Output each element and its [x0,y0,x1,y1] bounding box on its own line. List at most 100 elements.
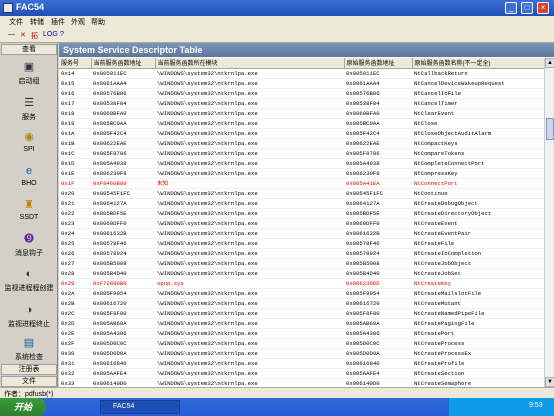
menu-bar: 文件 转储 插件 外观 帮助 [0,16,554,29]
table-cell: NtConnectPort [412,178,544,189]
table-row[interactable]: 0x1A 0x805F42C4 \WINDOWS\system32\ntkrnlpa… [59,128,544,139]
table-row[interactable]: 0x2A 0x805F9054 \WINDOWS\system32\ntkrnlpa… [59,288,544,299]
table-cell: 0x1E [59,168,91,179]
table-row[interactable]: 0x2E 0x805A4306 \WINDOWS\system32\ntkrnlpa… [59,328,544,339]
table-cell: 0x15 [59,78,91,89]
sidebar-registry-tab[interactable]: 注册表 [1,364,57,375]
table-cell: 0x8061AAA4 [344,78,412,89]
table-row[interactable]: 0x2F 0x805D0C0C \WINDOWS\system32\ntkrnlpa… [59,338,544,349]
table-row[interactable]: 0x2C 0x805F8F80 \WINDOWS\system32\ntkrnlpa… [59,308,544,319]
table-row[interactable]: 0x22 0x805BDF5E \WINDOWS\system32\ntkrnlpa… [59,208,544,219]
minimize-button[interactable]: _ [505,2,517,14]
table-row[interactable]: 0x1E 0x806230F8 \WINDOWS\system32\ntkrnlpa… [59,168,544,179]
start-button[interactable]: 开始 [0,398,46,416]
table-cell: 0x21 [59,198,91,209]
table-row[interactable]: 0x26 0x80578924 \WINDOWS\system32\ntkrnlpa… [59,248,544,259]
table-row[interactable]: 0x1F 0xF8460B80 未知 0x805A41EA NtConnectPort [59,178,544,189]
table-row[interactable]: 0x20 0x80545F1FC \WINDOWS\system32\ntkrnlp… [59,188,544,199]
scroll-up-arrow-icon[interactable]: ▲ [545,58,554,68]
table-cell: 0x80622EAE [91,138,155,149]
sidebar-item-process-terminate[interactable]: ◑ 监视进程终止 [0,303,58,329]
sidebar-item-system-check[interactable]: ▤ 系统检查 [0,336,58,362]
menu-plugins[interactable]: 插件 [51,17,65,27]
sidebar-item-label: SPI [23,146,35,153]
minimize-tool-icon[interactable]: — [8,31,15,38]
table-cell: \WINDOWS\system32\ntkrnlpa.exe [155,328,344,339]
close-button[interactable]: × [537,2,549,14]
table-row[interactable]: 0x19 0x805BC0AA \WINDOWS\system32\ntkrnlpa… [59,118,544,129]
table-cell: 0x80545F1FC [344,188,412,199]
table-row[interactable]: 0x14 0x805011EC \WINDOWS\system32\ntkrnlpa… [59,68,544,79]
sidebar-item-spi[interactable]: ◉ SPI [0,130,58,153]
table-row[interactable]: 0x25 0x80578F46 \WINDOWS\system32\ntkrnlpa… [59,238,544,249]
menu-dump[interactable]: 转储 [30,17,44,27]
table-row[interactable]: 0x16 0x80576B86 \WINDOWS\system32\ntkrnlpa… [59,88,544,99]
table-cell: NtCompressKey [412,168,544,179]
table-cell: NtCreateEventPair [412,228,544,239]
table-cell: \WINDOWS\system32\ntkrnlpa.exe [155,348,344,359]
sidebar-item-ssdt[interactable]: ♜ SSDT [0,198,58,221]
menu-help[interactable]: 帮助 [91,17,105,27]
table-cell: 0x80616720 [344,298,412,309]
table-row[interactable]: 0x18 0x8060BFA0 \WINDOWS\system32\ntkrnlpa… [59,108,544,119]
table-row[interactable]: 0x30 0x805D0D0A \WINDOWS\system32\ntkrnlpa… [59,348,544,359]
menu-appearance[interactable]: 外观 [71,17,85,27]
column-header[interactable]: 当前服务函数地址 [91,58,156,69]
taskbar-item-fac54[interactable]: FAC54 [100,400,180,414]
column-header[interactable]: 当前服务函数所在模块 [155,58,345,69]
close-tool-icon[interactable]: ✕ [20,31,26,39]
table-cell: 0x80616720 [91,298,155,309]
menu-file[interactable]: 文件 [9,17,23,27]
table-row[interactable]: 0x27 0x805B5008 \WINDOWS\system32\ntkrnlpa… [59,258,544,269]
table-row[interactable]: 0x24 0x8061632B \WINDOWS\system32\ntkrnlpa… [59,228,544,239]
column-header[interactable]: 服务号 [59,58,92,69]
table-cell: 0x805A4306 [91,328,155,339]
table-cell: 0x805F42C4 [91,128,155,139]
table-row[interactable]: 0x15 0x8061AAA4 \WINDOWS\system32\ntkrnlpa… [59,78,544,89]
table-cell: \WINDOWS\system32\ntkrnlpa.exe [155,118,344,129]
maximize-button[interactable]: □ [521,2,533,14]
sidebar-file-tab[interactable]: 文件 [1,376,57,387]
column-header[interactable]: 原始服务函数地址 [344,58,413,69]
table-row[interactable]: 0x21 0x8064127A \WINDOWS\system32\ntkrnlpa… [59,198,544,209]
table-row[interactable]: 0x1C 0x805F8786 \WINDOWS\system32\ntkrnlpa… [59,148,544,159]
table-cell: 0x25 [59,238,91,249]
log-tool-icon[interactable]: LOG [43,31,58,38]
table-cell: NtCreateFile [412,238,544,249]
table-row[interactable]: 0x23 0x8060DFF0 \WINDOWS\system32\ntkrnlpa… [59,218,544,229]
table-cell: \WINDOWS\system32\ntkrnlpa.exe [155,368,344,379]
sidebar-item-bho[interactable]: e BHO [0,164,58,187]
table-cell: 0x805BDF5E [91,208,155,219]
table-cell: \WINDOWS\system32\ntkrnlpa.exe [155,148,344,159]
scroll-thumb[interactable] [546,118,554,140]
table-cell: 0x8061632B [344,228,412,239]
table-cell: 0x805A4938 [91,158,155,169]
table-row[interactable]: 0x31 0x80616840 \WINDOWS\system32\ntkrnlpa… [59,358,544,369]
sidebar-item-process-create[interactable]: ◐ 监视进程程创建 [0,267,58,293]
table-row[interactable]: 0x33 0x806140D0 \WINDOWS\system32\ntkrnlpa… [59,378,544,387]
table-cell: NtCallbackReturn [412,68,544,79]
table-row[interactable]: 0x1B 0x80622EAE \WINDOWS\system32\ntkrnlpa… [59,138,544,149]
sidebar-item-services[interactable]: ☰ 服务 [0,96,58,122]
table-cell: 0x805F9054 [344,288,412,299]
services-icon: ☰ [24,97,34,109]
scroll-down-arrow-icon[interactable]: ▼ [545,377,554,387]
table-row[interactable]: 0x32 0x805AAFE4 \WINDOWS\system32\ntkrnlpa… [59,368,544,379]
table-row[interactable]: 0x2B 0x80616720 \WINDOWS\system32\ntkrnlpa… [59,298,544,309]
table-cell: 0x806140D0 [344,378,412,387]
help-tool-icon[interactable]: ? [60,31,64,38]
sidebar-item-startup[interactable]: ▣ 启动组 [0,60,58,86]
table-row[interactable]: 0x29 0xF72890B0 spup.sys 0x806230DD NtCreate… [59,278,544,289]
table-row[interactable]: 0x17 0x80538F84 \WINDOWS\system32\ntkrnlpa… [59,98,544,109]
table-row[interactable]: 0x2D 0x805AB60A \WINDOWS\system32\ntkrnlpa… [59,318,544,329]
table-row[interactable]: 0x28 0x805B4D40 \WINDOWS\system32\ntkrnlpa… [59,268,544,279]
expand-tool-icon[interactable]: 拓 [31,31,38,41]
vertical-scrollbar[interactable]: ▲ ▼ [544,58,554,387]
table-cell: NtCreateProcess [412,338,544,349]
sidebar-item-message-hook[interactable]: ➒ 消息钩子 [0,232,58,258]
table-row[interactable]: 0x1D 0x805A4938 \WINDOWS\system32\ntkrnlpa… [59,158,544,169]
table-cell: 0x8064127A [344,198,412,209]
column-header[interactable]: 原始服务函数名称(不一定全) [412,58,544,69]
table-cell: NtCreateSemaphore [412,378,544,387]
sidebar-header[interactable]: 查看 [1,44,57,55]
